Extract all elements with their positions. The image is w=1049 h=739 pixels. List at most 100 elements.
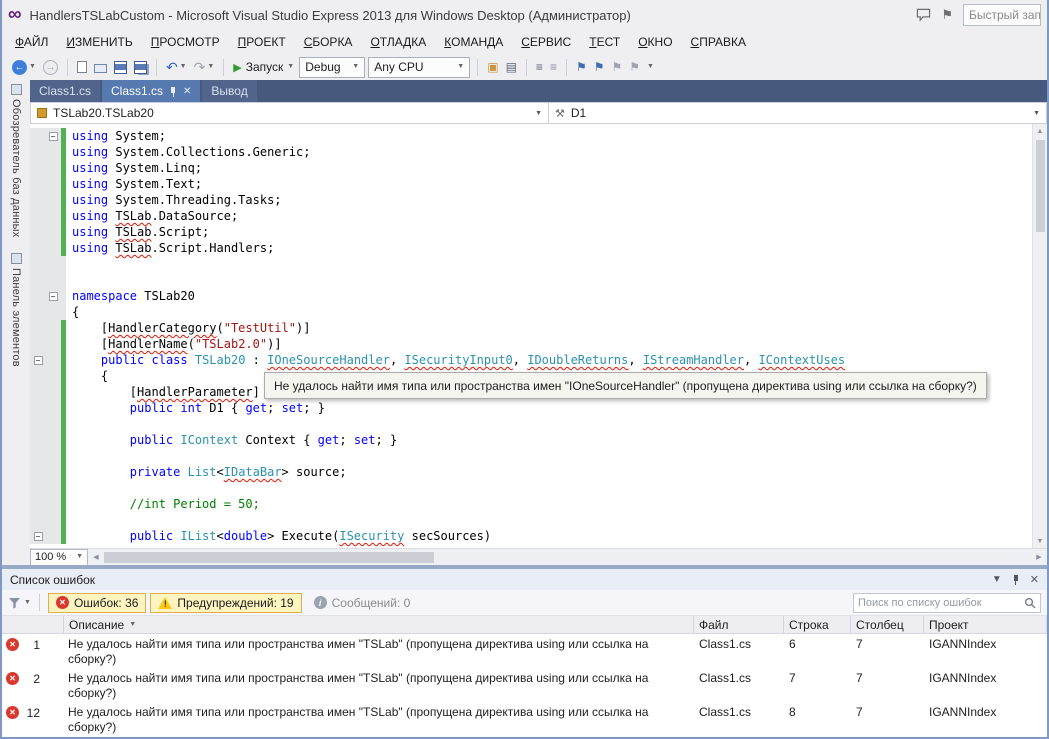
- messages-toggle-button[interactable]: i Сообщений: 0: [306, 593, 419, 613]
- sidebar-tab-database-explorer[interactable]: Обозреватель баз данных: [10, 84, 22, 237]
- code-line-18[interactable]: public int D1 { get; set; }: [30, 400, 1032, 416]
- doc-tab-0[interactable]: Class1.cs: [30, 80, 100, 102]
- column-header-file[interactable]: Файл: [694, 616, 784, 633]
- prev-bookmark-button[interactable]: ⚑: [592, 56, 607, 78]
- code-line-15[interactable]: − public class TSLab20 : IOneSourceHandl…: [30, 352, 1032, 368]
- next-bookmark-button[interactable]: ⚑: [609, 56, 624, 78]
- menu-item-8[interactable]: ТЕСТ: [580, 30, 629, 54]
- code-line-7[interactable]: using TSLab.Script;: [30, 224, 1032, 240]
- redo-button[interactable]: ↷▼: [192, 56, 217, 78]
- code-line-25[interactable]: [30, 512, 1032, 528]
- platform-combobox[interactable]: Any CPU▼: [368, 57, 470, 78]
- scroll-up-icon[interactable]: ▲: [1033, 124, 1047, 138]
- code-line-14[interactable]: [HandlerName("TSLab2.0")]: [30, 336, 1032, 352]
- fold-marker-icon[interactable]: −: [34, 532, 43, 541]
- column-header-line[interactable]: Строка: [784, 616, 851, 633]
- menu-item-5[interactable]: ОТЛАДКА: [361, 30, 435, 54]
- save-button[interactable]: [112, 56, 129, 78]
- menu-item-0[interactable]: ФАЙЛ: [6, 30, 57, 54]
- navigate-back-button[interactable]: ←▼: [10, 56, 38, 78]
- errors-toggle-button[interactable]: ✕ Ошибок: 36: [48, 593, 146, 613]
- code-area[interactable]: −using System;using System.Collections.G…: [30, 124, 1032, 548]
- pin-icon[interactable]: [169, 86, 177, 97]
- search-icon[interactable]: [1024, 597, 1036, 609]
- code-line-13[interactable]: [HandlerCategory("TestUtil")]: [30, 320, 1032, 336]
- member-combobox[interactable]: ⚒ D1 ▼: [549, 103, 1046, 123]
- code-line-20[interactable]: public IContext Context { get; set; }: [30, 432, 1032, 448]
- code-line-21[interactable]: [30, 448, 1032, 464]
- filter-button[interactable]: ▼: [8, 597, 31, 609]
- fold-marker-icon[interactable]: −: [49, 132, 58, 141]
- code-line-11[interactable]: −namespace TSLab20: [30, 288, 1032, 304]
- properties-window-button[interactable]: ▤: [504, 56, 519, 78]
- decrease-indent-button[interactable]: ≡: [534, 56, 545, 78]
- sidebar-tab-toolbox[interactable]: Панель элементов: [10, 253, 22, 367]
- scroll-down-icon[interactable]: ▼: [1033, 534, 1047, 548]
- window-position-icon[interactable]: ▼: [992, 574, 1002, 585]
- vertical-scrollbar[interactable]: ▲ ▼: [1032, 124, 1047, 548]
- scroll-left-icon[interactable]: ◀: [88, 553, 104, 561]
- code-line-6[interactable]: using TSLab.DataSource;: [30, 208, 1032, 224]
- code-line-10[interactable]: [30, 272, 1032, 288]
- menu-item-9[interactable]: ОКНО: [629, 30, 681, 54]
- close-icon[interactable]: ✕: [1030, 573, 1039, 586]
- code-line-19[interactable]: [30, 416, 1032, 432]
- menu-item-3[interactable]: ПРОЕКТ: [229, 30, 295, 54]
- new-file-button[interactable]: [75, 56, 89, 78]
- notifications-flag-icon[interactable]: ⚑: [941, 7, 953, 23]
- column-header-description[interactable]: Описание▼: [64, 616, 694, 633]
- code-line-3[interactable]: using System.Linq;: [30, 160, 1032, 176]
- toggle-bookmark-button[interactable]: ⚑: [574, 56, 589, 78]
- type-combobox[interactable]: TSLab20.TSLab20 ▼: [31, 103, 549, 123]
- configuration-combobox[interactable]: Debug▼: [299, 57, 365, 78]
- error-row[interactable]: ✕1Не удалось найти имя типа или простран…: [2, 634, 1047, 668]
- code-line-4[interactable]: using System.Text;: [30, 176, 1032, 192]
- doc-tab-1[interactable]: Class1.cs✕: [102, 80, 200, 102]
- code-line-22[interactable]: private List<IDataBar> source;: [30, 464, 1032, 480]
- code-line-5[interactable]: using System.Threading.Tasks;: [30, 192, 1032, 208]
- start-debug-button[interactable]: ▶Запуск▼: [231, 56, 296, 78]
- column-header-icon[interactable]: [2, 616, 64, 633]
- solution-explorer-button[interactable]: ▣: [485, 56, 500, 78]
- column-header-project[interactable]: Проект: [924, 616, 1047, 633]
- menu-item-6[interactable]: КОМАНДА: [435, 30, 512, 54]
- toolbar-overflow-button[interactable]: ▼: [645, 56, 656, 78]
- code-line-8[interactable]: using TSLab.Script.Handlers;: [30, 240, 1032, 256]
- fold-marker-icon[interactable]: −: [49, 292, 58, 301]
- pin-icon[interactable]: [1012, 574, 1020, 585]
- code-line-12[interactable]: {: [30, 304, 1032, 320]
- code-line-24[interactable]: //int Period = 50;: [30, 496, 1032, 512]
- error-row[interactable]: ✕12Не удалось найти имя типа или простра…: [2, 702, 1047, 736]
- feedback-icon[interactable]: [916, 8, 931, 22]
- close-icon[interactable]: ✕: [183, 86, 191, 97]
- zoom-combobox[interactable]: 100 %▼: [30, 549, 88, 566]
- doc-tab-2[interactable]: Вывод: [202, 80, 256, 102]
- menu-item-1[interactable]: ИЗМЕНИТЬ: [57, 30, 141, 54]
- menu-item-4[interactable]: СБОРКА: [295, 30, 362, 54]
- scrollbar-thumb[interactable]: [104, 552, 434, 563]
- clear-bookmarks-button[interactable]: ⚑: [627, 56, 642, 78]
- undo-button[interactable]: ↶▼: [164, 56, 189, 78]
- error-row[interactable]: ✕2Не удалось найти имя типа или простран…: [2, 668, 1047, 702]
- open-file-button[interactable]: [92, 56, 109, 78]
- increase-indent-button[interactable]: ≡: [548, 56, 559, 78]
- navigate-forward-button[interactable]: →: [41, 56, 60, 78]
- scroll-right-icon[interactable]: ▶: [1031, 553, 1047, 561]
- code-line-26[interactable]: − public IList<double> Execute(ISecurity…: [30, 528, 1032, 544]
- code-line-9[interactable]: [30, 256, 1032, 272]
- code-line-1[interactable]: −using System;: [30, 128, 1032, 144]
- quick-launch-input[interactable]: Быстрый зап: [963, 4, 1041, 26]
- menu-item-7[interactable]: СЕРВИС: [512, 30, 580, 54]
- scrollbar-thumb[interactable]: [1036, 140, 1045, 232]
- error-search-input[interactable]: [858, 597, 1020, 609]
- horizontal-scrollbar[interactable]: ◀ ▶: [88, 549, 1047, 565]
- code-editor[interactable]: −using System;using System.Collections.G…: [30, 124, 1047, 548]
- save-all-button[interactable]: [132, 56, 149, 78]
- warnings-toggle-button[interactable]: Предупреждений: 19: [150, 593, 301, 613]
- column-header-column[interactable]: Столбец: [851, 616, 924, 633]
- fold-marker-icon[interactable]: −: [34, 356, 43, 365]
- code-line-2[interactable]: using System.Collections.Generic;: [30, 144, 1032, 160]
- code-line-23[interactable]: [30, 480, 1032, 496]
- menu-item-10[interactable]: СПРАВКА: [682, 30, 756, 54]
- menu-item-2[interactable]: ПРОСМОТР: [142, 30, 229, 54]
